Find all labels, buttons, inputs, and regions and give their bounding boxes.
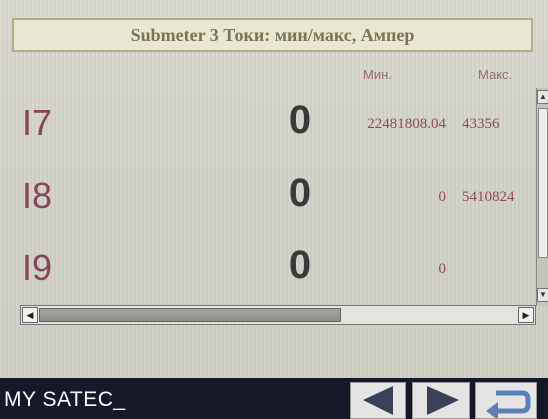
channel-label: I7 [22, 102, 53, 143]
return-arrow-icon [486, 390, 531, 418]
arrow-right-icon [427, 386, 459, 415]
reading-row-i7: I7 0 22481808.04 43356 [0, 98, 534, 158]
min-value: 22481808.04 [367, 116, 446, 132]
min-value: 0 [438, 189, 447, 205]
scroll-up-button[interactable]: ▲ [537, 90, 548, 104]
scroll-down-button[interactable]: ▼ [537, 288, 548, 302]
meter-screen: Submeter 3 Токи: мин/макс, Ампер Мин. Ма… [0, 0, 548, 419]
vertical-scroll-thumb[interactable] [538, 108, 548, 258]
min-value: 0 [438, 261, 447, 277]
horizontal-scroll-thumb[interactable] [39, 308, 341, 322]
max-value: 5410824 [462, 189, 515, 205]
readings-table: I7 0 22481808.04 43356 I8 0 0 5410824 I9… [0, 88, 534, 303]
min-column-header: Мин. [363, 67, 392, 82]
reading-row-i8: I8 0 0 5410824 [0, 171, 534, 231]
horizontal-scrollbar[interactable]: ◀ ▶ [20, 305, 536, 325]
vertical-scrollbar[interactable]: ▲ ▼ [536, 88, 548, 306]
channel-label: I8 [22, 175, 53, 216]
scroll-right-button[interactable]: ▶ [518, 307, 534, 323]
current-value: 0 [288, 171, 312, 215]
next-page-button[interactable] [412, 382, 470, 419]
current-value: 0 [288, 98, 312, 142]
page-title: Submeter 3 Токи: мин/макс, Ампер [12, 18, 533, 52]
max-value: 43356 [462, 116, 500, 132]
previous-page-button[interactable] [350, 382, 406, 419]
reading-row-i9: I9 0 0 [0, 243, 534, 303]
scroll-left-button[interactable]: ◀ [22, 307, 38, 323]
return-button[interactable] [475, 382, 537, 419]
footer-bar: MY SATEC_ [0, 378, 548, 419]
arrow-left-icon [363, 386, 393, 415]
max-column-header: Макс. [478, 67, 513, 82]
device-name: MY SATEC_ [4, 388, 126, 411]
current-value: 0 [288, 243, 312, 287]
channel-label: I9 [22, 247, 53, 288]
